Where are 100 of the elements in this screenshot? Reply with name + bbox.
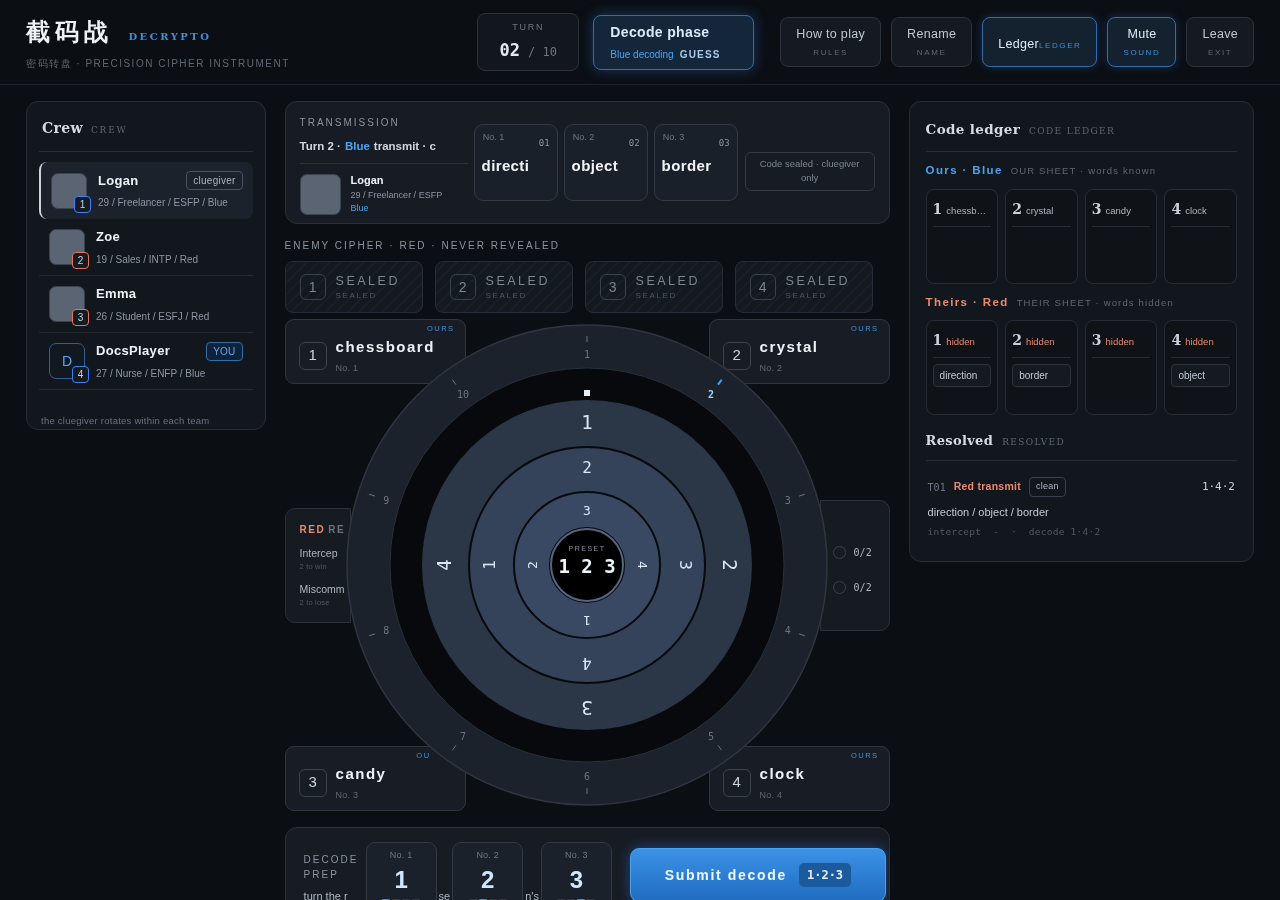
disc-digit: 2 xyxy=(582,457,592,477)
sheet-word: candy xyxy=(1105,203,1131,218)
disc-digit: 1 xyxy=(479,560,499,570)
player-name: Zoe xyxy=(96,228,121,247)
turn-label: TURN xyxy=(512,21,545,34)
panel-title: Crew xyxy=(42,119,83,138)
player-row[interactable]: D 4 DocsPlayer YOU 27 / Nurse / ENFP / Blue xyxy=(39,333,253,390)
turn-text: Turn 2 · xyxy=(299,139,341,154)
panel-subtitle: RESOLVED xyxy=(1002,435,1065,449)
turn-current: 02 xyxy=(499,38,521,62)
header-button[interactable]: LedgerLEDGER xyxy=(982,17,1098,67)
seal-note: Code sealed · cluegiver only xyxy=(744,152,875,191)
slot-label: No. 1 xyxy=(389,849,413,862)
disc-digit: 3 xyxy=(581,697,593,719)
code-slot[interactable]: No. 1 1 xyxy=(365,842,437,900)
dial-tick-label: 8 xyxy=(368,625,390,637)
entry-tag: clean xyxy=(1029,477,1066,497)
word-number: 1 xyxy=(298,341,327,370)
submit-button[interactable]: Submit decode 1·2·3 xyxy=(629,848,886,900)
player-row[interactable]: 1 Logan cluegiver 29 / Freelancer / ESFP / Blue xyxy=(39,162,253,219)
dial-tick-label: 5 xyxy=(708,730,723,751)
disc-digit: 4 xyxy=(582,653,592,673)
app-title: 截码战 xyxy=(26,15,113,48)
dial-tick-label: 3 xyxy=(784,493,806,506)
transmit-text: transmit · c xyxy=(373,139,436,154)
slot-number: 1 xyxy=(299,274,326,300)
code-chip: 1·2·3 xyxy=(798,863,852,887)
entry-words: direction / object / border xyxy=(927,504,1050,520)
sheet-team: Theirs · Red xyxy=(925,294,1009,310)
photo-placeholder xyxy=(299,173,341,215)
slot-label: No. 3 xyxy=(565,849,588,862)
disc-digit: 3 xyxy=(675,560,695,570)
word-text: chessboard xyxy=(335,336,435,357)
brand-label: DECRYPTO xyxy=(128,29,212,44)
score-label: Miscomm xyxy=(299,581,346,597)
code-slot[interactable]: No. 3 3 xyxy=(540,842,612,900)
section-label: ENEMY CIPHER · RED · NEVER REVEALED xyxy=(284,239,561,253)
header-button[interactable]: How to play RULES xyxy=(780,17,882,67)
cluegiver-info: 29 / Freelancer / ESFP xyxy=(350,188,443,202)
note-chip: border xyxy=(1012,363,1071,387)
score-title: RE xyxy=(328,522,346,537)
panel-title: Resolved xyxy=(925,431,994,450)
section-label: TRANSMISSION xyxy=(299,116,401,130)
slot-label: No. 2 xyxy=(476,849,500,862)
dial-tick-label: 7 xyxy=(452,730,467,751)
word-text: clock xyxy=(759,763,806,784)
footer-note: the cluegiver rotates within each team xyxy=(40,414,211,428)
dial-ring[interactable] xyxy=(515,493,660,637)
header-button[interactable]: Rename NAME xyxy=(891,17,973,67)
clue-word: object xyxy=(571,155,620,176)
sheet-word: clock xyxy=(1185,203,1207,218)
seat-number: 3 xyxy=(72,309,89,326)
word-number: 3 xyxy=(298,768,327,797)
player-info: 27 / Nurse / ENFP / Blue xyxy=(96,366,207,381)
sealed-title: SEALED xyxy=(335,272,400,290)
player-row[interactable]: 3 Emma 26 / Student / ESFJ / Red xyxy=(39,276,253,333)
entry-turn: T01 xyxy=(927,480,946,495)
slot-value: 2 xyxy=(481,864,495,895)
player-tag: cluegiver xyxy=(186,171,243,190)
slot-number: 3 xyxy=(599,274,626,300)
dial-tick-label: 1 xyxy=(584,335,591,360)
sealed-title: SEALED xyxy=(485,272,550,290)
code-slot[interactable]: No. 2 2 xyxy=(452,842,524,900)
dial-tick-label: 10 xyxy=(452,379,470,401)
slot-number: 2 xyxy=(449,274,476,300)
word-index: No. 2 xyxy=(759,362,784,375)
word-text: crystal xyxy=(759,336,819,357)
header-button[interactable]: Leave EXIT xyxy=(1186,17,1254,67)
word-number: 4 xyxy=(722,768,751,797)
player-info: 29 / Freelancer / ESFP / Blue xyxy=(98,196,229,211)
score-value: 0/2 xyxy=(853,581,872,595)
disc-digit: 3 xyxy=(583,502,591,518)
slot-value: 3 xyxy=(569,864,584,895)
dial-ring[interactable] xyxy=(422,400,753,730)
sheet-subtitle: OUR SHEET · words known xyxy=(1010,164,1157,179)
sheet-word: chessb… xyxy=(946,203,986,218)
entry-code: 1·4·2 xyxy=(1201,478,1235,495)
dial-tick-label: 9 xyxy=(368,493,390,506)
sheet-word: hidden xyxy=(1105,334,1135,349)
panel-subtitle: CODE LEDGER xyxy=(1029,125,1116,138)
header-button[interactable]: Mute SOUND xyxy=(1107,17,1177,67)
disc-digit: 4 xyxy=(433,559,456,571)
disc-digit: 1 xyxy=(583,612,591,628)
score-label: Intercep xyxy=(299,545,339,561)
sheet-word: hidden xyxy=(1185,334,1214,349)
note-chip: object xyxy=(1171,363,1230,387)
photo-placeholder xyxy=(49,286,85,322)
clue-word: border xyxy=(661,155,713,176)
dial-ring[interactable] xyxy=(470,448,705,682)
player-row[interactable]: 2 Zoe 19 / Sales / INTP / Red xyxy=(39,219,253,276)
photo-placeholder xyxy=(51,172,87,209)
sheet-number: 3 xyxy=(1091,330,1102,350)
team-name: Blue xyxy=(344,139,370,154)
entry-team: Red transmit xyxy=(953,479,1021,495)
seat-number: 4 xyxy=(72,366,89,383)
hint-text: se xyxy=(437,888,452,900)
sealed-title: SEALED xyxy=(785,272,850,290)
sheet-word: hidden xyxy=(946,334,975,349)
phase-team: Blue decoding xyxy=(610,48,674,62)
word-text: candy xyxy=(335,763,387,784)
